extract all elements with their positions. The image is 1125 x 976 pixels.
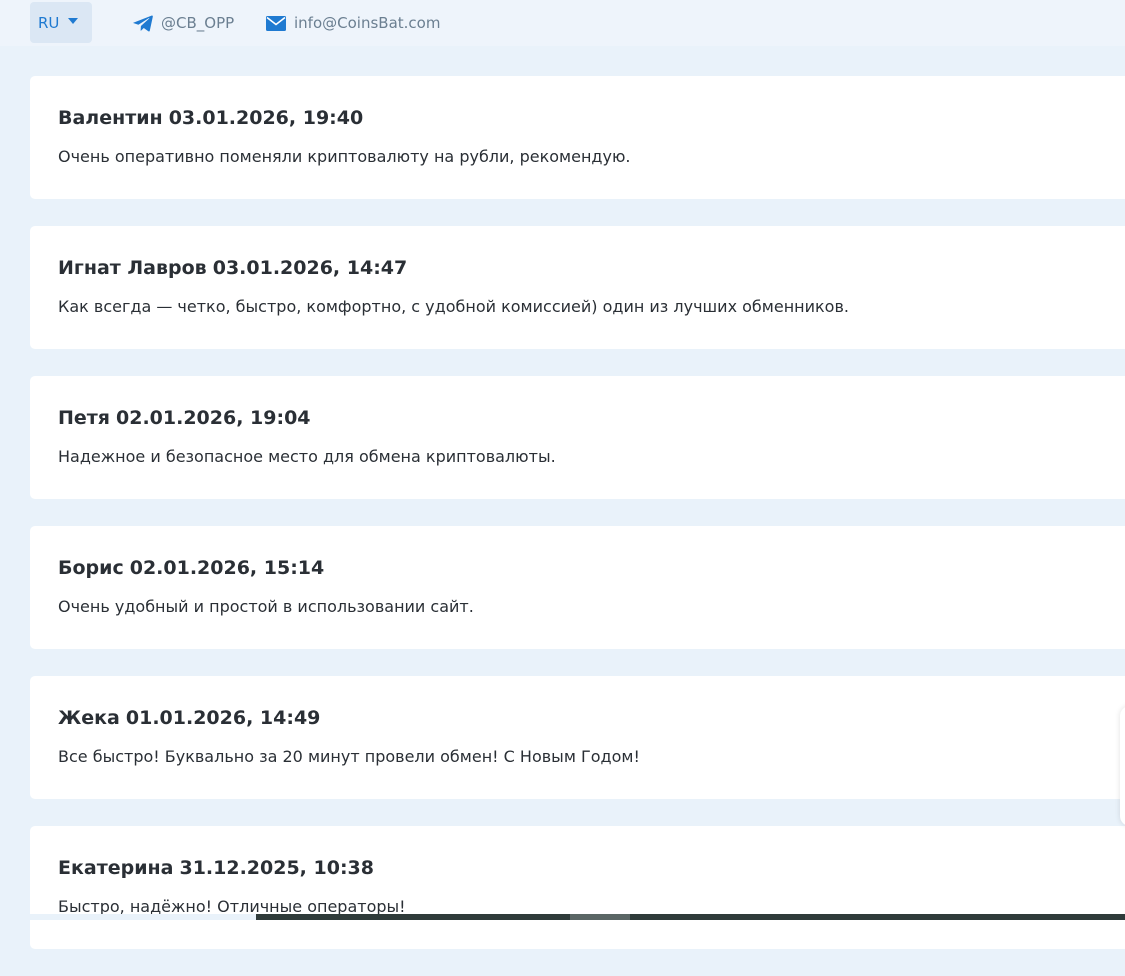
review-author: Борис — [58, 557, 124, 579]
side-widget[interactable] — [1120, 706, 1125, 826]
review-datetime: 01.01.2026, 14:49 — [125, 707, 321, 729]
review-header: Жека 01.01.2026, 14:49 — [58, 707, 1125, 729]
review-datetime: 03.01.2026, 19:40 — [168, 107, 364, 129]
email-link[interactable]: info@CoinsBat.com — [266, 13, 440, 33]
review-card: Петя 02.01.2026, 19:04 Надежное и безопас… — [30, 376, 1125, 499]
review-card: Валентин 03.01.2026, 19:40 Очень оператив… — [30, 76, 1125, 199]
review-text: Как всегда — четко, быстро, комфортно, с… — [58, 297, 849, 316]
language-selector[interactable]: RU — [30, 2, 92, 43]
review-text: Очень оперативно поменяли криптовалюту н… — [58, 147, 631, 166]
review-header: Борис 02.01.2026, 15:14 — [58, 557, 1125, 579]
review-datetime: 03.01.2026, 14:47 — [212, 257, 408, 279]
review-author: Жека — [58, 707, 120, 729]
telegram-icon — [133, 15, 153, 31]
scrollbar-thumb[interactable] — [570, 914, 630, 920]
telegram-link[interactable]: @CB_OPP — [133, 13, 234, 33]
telegram-handle: @CB_OPP — [161, 14, 235, 32]
review-datetime: 31.12.2025, 10:38 — [179, 857, 374, 879]
review-author: Екатерина — [58, 857, 174, 879]
envelope-icon — [266, 15, 286, 31]
review-header: Петя 02.01.2026, 19:04 — [58, 407, 1125, 429]
review-text: Все быстро! Буквально за 20 минут провел… — [58, 747, 640, 766]
language-label: RU — [38, 13, 60, 32]
review-header: Валентин 03.01.2026, 19:40 — [58, 107, 1125, 129]
review-datetime: 02.01.2026, 19:04 — [116, 407, 311, 429]
caret-down-icon — [68, 17, 79, 24]
review-datetime: 02.01.2026, 15:14 — [129, 557, 325, 579]
review-author: Валентин — [58, 107, 163, 129]
review-card: Жека 01.01.2026, 14:49 Все быстро! Буквал… — [30, 676, 1125, 799]
review-header: Игнат Лавров 03.01.2026, 14:47 — [58, 257, 1125, 279]
review-text: Надежное и безопасное место для обмена к… — [58, 447, 556, 466]
review-author: Петя — [58, 407, 110, 429]
review-author: Игнат Лавров — [58, 257, 207, 279]
review-header: Екатерина 31.12.2025, 10:38 — [58, 857, 1125, 879]
top-bar: RU @CB_OPP info@CoinsBat.com — [0, 0, 1125, 46]
review-text: Очень удобный и простой в использовании … — [58, 597, 474, 616]
review-card: Екатерина 31.12.2025, 10:38 Быстро, надёж… — [30, 826, 1125, 949]
scrollbar-track — [256, 914, 1125, 920]
email-address: info@CoinsBat.com — [294, 14, 441, 32]
bottom-scrollbar — [0, 914, 1125, 920]
review-card: Борис 02.01.2026, 15:14 Очень удобный и п… — [30, 526, 1125, 649]
review-card: Игнат Лавров 03.01.2026, 14:47 Как всегда… — [30, 226, 1125, 349]
reviews-list: Валентин 03.01.2026, 19:40 Очень оператив… — [30, 76, 1125, 976]
